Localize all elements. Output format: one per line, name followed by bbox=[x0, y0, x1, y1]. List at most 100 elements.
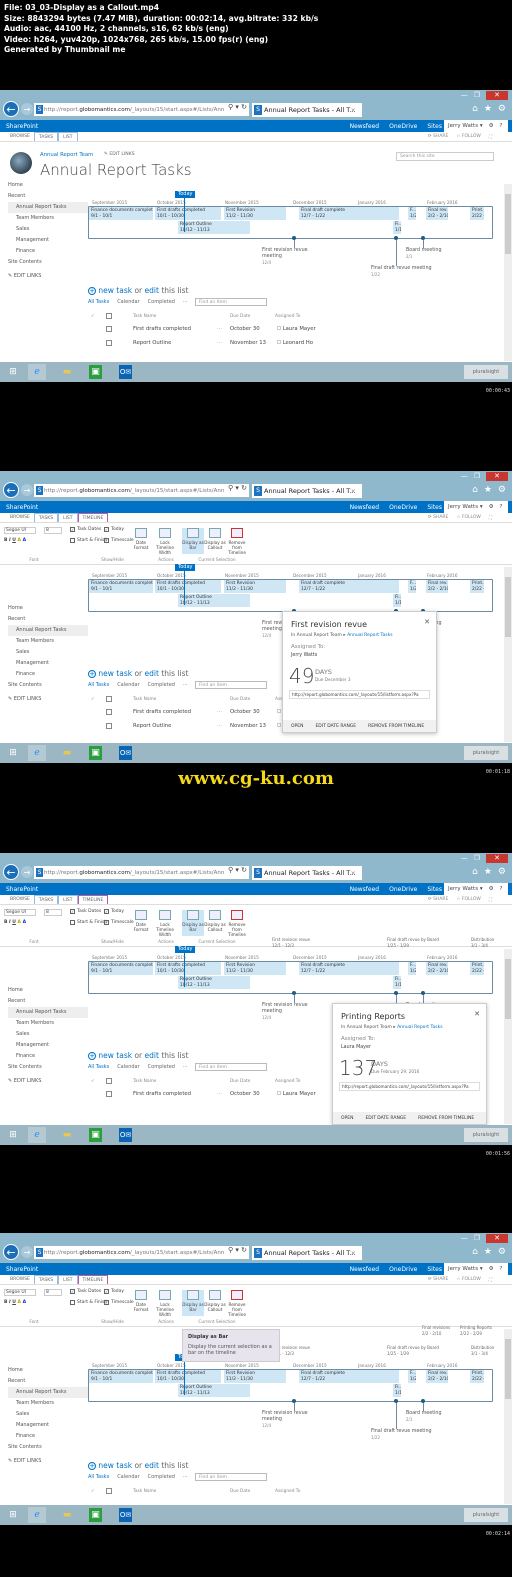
row-menu-icon[interactable]: ··· bbox=[217, 723, 222, 729]
nav-site-contents[interactable]: Site Contents bbox=[8, 1442, 88, 1453]
favorites-star-icon[interactable]: ★ bbox=[484, 1247, 492, 1257]
nav-item-1[interactable]: Team Members bbox=[8, 213, 88, 224]
forward-button[interactable]: → bbox=[21, 1246, 33, 1258]
today-checkbox[interactable]: ✓ Today bbox=[104, 527, 124, 532]
start-finish-checkbox[interactable]: Start & Finish bbox=[70, 1300, 107, 1305]
suite-link-onedrive[interactable]: OneDrive bbox=[389, 1266, 417, 1273]
nav-item-4[interactable]: Finance bbox=[8, 246, 88, 257]
font-size-select[interactable]: 8 bbox=[44, 527, 62, 534]
column-header[interactable]: Task Name bbox=[133, 1079, 156, 1084]
vertical-scrollbar[interactable] bbox=[504, 1329, 512, 1504]
task-name[interactable]: First drafts completed bbox=[133, 326, 191, 332]
browser-tab[interactable]: S Annual Report Tasks - All T... × bbox=[252, 866, 362, 880]
row-menu-icon[interactable]: ··· bbox=[217, 340, 222, 346]
timeline-bar[interactable]: First drafts completed 10/1 - 10/30 bbox=[155, 1370, 221, 1383]
store-icon[interactable]: ▣ bbox=[89, 1508, 102, 1522]
select-all-check[interactable]: ✓ bbox=[91, 1489, 95, 1494]
assigned-to[interactable]: Leonard Ho bbox=[277, 340, 313, 346]
display-as-bar-button[interactable]: Display as Bar bbox=[182, 1290, 204, 1316]
timeline-bar[interactable]: Report Outline 10/12 - 11/13 bbox=[178, 1384, 250, 1397]
file-explorer-icon[interactable]: ▬ bbox=[58, 745, 76, 761]
nav-item-2[interactable]: Sales bbox=[8, 647, 88, 658]
back-button[interactable]: ← bbox=[3, 482, 19, 498]
outlook-icon[interactable]: O✉ bbox=[119, 746, 132, 760]
timeline-bar[interactable]: Final draft complete 12/7 - 1/22 bbox=[299, 207, 399, 220]
nav-site-contents[interactable]: Site Contents bbox=[8, 1062, 88, 1073]
today-checkbox[interactable]: ✓ Today bbox=[104, 909, 124, 914]
nav-item-3[interactable]: Management bbox=[8, 1420, 88, 1431]
new-task-link[interactable]: + new task or edit this list bbox=[88, 286, 188, 295]
timeline-bar[interactable]: Print...2/22 - bbox=[470, 207, 484, 220]
breadcrumb-list-link[interactable]: Annual Report Tasks bbox=[397, 1025, 442, 1030]
follow-button[interactable]: ☆ FOLLOW bbox=[456, 134, 480, 140]
task-name[interactable]: First drafts completed bbox=[133, 709, 191, 715]
nav-recent[interactable]: Recent bbox=[8, 191, 88, 202]
scrollbar-thumb[interactable] bbox=[505, 959, 511, 1019]
new-task-link[interactable]: + new task or edit this list bbox=[88, 1461, 188, 1470]
column-header[interactable]: Assigned To bbox=[275, 1079, 300, 1084]
find-item-input[interactable]: Find an item bbox=[195, 1063, 267, 1071]
forward-button[interactable]: → bbox=[21, 484, 33, 496]
tab-timeline[interactable]: TIMELINE bbox=[77, 1275, 109, 1284]
remove-from-timeline-button[interactable]: Remove from Timeline bbox=[226, 1290, 248, 1317]
internet-explorer-icon[interactable]: ℯ bbox=[28, 1127, 46, 1143]
restore-icon[interactable]: ❐ bbox=[474, 472, 480, 480]
scrollbar-thumb[interactable] bbox=[505, 577, 511, 637]
nav-item-0[interactable]: Annual Report Tasks bbox=[8, 1387, 88, 1398]
tab-timeline[interactable]: TIMELINE bbox=[77, 513, 109, 522]
row-checkbox[interactable] bbox=[106, 340, 112, 346]
tab-browse[interactable]: BROWSE bbox=[6, 132, 34, 141]
suite-link-sites[interactable]: Sites bbox=[427, 1266, 442, 1273]
view-1[interactable]: Calendar bbox=[117, 299, 139, 305]
nav-item-1[interactable]: Team Members bbox=[8, 636, 88, 647]
close-tab-icon[interactable]: × bbox=[351, 106, 356, 114]
nav-site-contents[interactable]: Site Contents bbox=[8, 257, 88, 268]
follow-button[interactable]: ☆ FOLLOW bbox=[456, 515, 480, 521]
view-0[interactable]: All Tasks bbox=[88, 299, 109, 305]
user-menu[interactable]: Jerry Watts ▾ bbox=[448, 1266, 483, 1272]
breadcrumb-list-link[interactable]: Annual Report Tasks bbox=[347, 633, 392, 638]
address-tools-icon[interactable]: ⚲ ▾ ↻ bbox=[228, 484, 247, 492]
nav-home[interactable]: Home bbox=[8, 603, 88, 614]
remove-from-timeline-button[interactable]: Remove from Timeline bbox=[226, 528, 248, 555]
address-bar[interactable]: S http://report. globomantics.com/_layout… bbox=[34, 484, 249, 497]
column-header[interactable]: Due Date bbox=[230, 314, 250, 319]
timeline-bar[interactable]: First drafts completed 10/1 - 10/30 bbox=[155, 962, 221, 975]
file-explorer-icon[interactable]: ▬ bbox=[58, 1127, 76, 1143]
select-all-checkbox[interactable] bbox=[106, 313, 112, 319]
lock-timeline-width-button[interactable]: Lock Timeline Width bbox=[154, 910, 176, 937]
column-header[interactable]: Task Name bbox=[133, 697, 156, 702]
scrollbar-thumb[interactable] bbox=[505, 194, 511, 254]
help-icon[interactable]: ? bbox=[500, 123, 503, 129]
timeline-bar[interactable]: F... 1/2 bbox=[408, 580, 416, 593]
windows-start-icon[interactable]: ⊞ bbox=[4, 1507, 22, 1523]
nav-edit-links[interactable]: ✎ EDIT LINKS bbox=[8, 694, 88, 705]
timeline-bar[interactable]: First drafts completed 10/1 - 10/30 bbox=[155, 207, 221, 220]
nav-item-0[interactable]: Annual Report Tasks bbox=[8, 1007, 88, 1018]
sharepoint-brand[interactable]: SharePoint bbox=[6, 123, 38, 130]
new-task-link[interactable]: + new task or edit this list bbox=[88, 669, 188, 678]
close-window-button[interactable]: ✕ bbox=[486, 90, 508, 100]
timeline-bar[interactable]: Final draft complete 12/7 - 1/22 bbox=[299, 1370, 399, 1383]
user-menu[interactable]: Jerry Watts ▾ bbox=[448, 886, 483, 892]
remove-from-timeline-button[interactable]: Remove from Timeline bbox=[226, 910, 248, 937]
view-1[interactable]: Calendar bbox=[117, 1064, 139, 1070]
timeline-callout-label[interactable]: Final draft revue by Board 1/25 - 1/29 bbox=[387, 1345, 439, 1356]
task-dates-checkbox[interactable]: ✓ Task Dates bbox=[70, 909, 101, 914]
gear-icon[interactable]: ⚙ bbox=[489, 123, 494, 129]
scrollbar-thumb[interactable] bbox=[505, 1339, 511, 1399]
display-as-bar-button[interactable]: Display as Bar bbox=[182, 910, 204, 936]
nav-item-2[interactable]: Sales bbox=[8, 1029, 88, 1040]
help-icon[interactable]: ? bbox=[500, 504, 503, 510]
suite-link-newsfeed[interactable]: Newsfeed bbox=[350, 886, 380, 893]
outlook-icon[interactable]: O✉ bbox=[119, 1508, 132, 1522]
settings-gear-icon[interactable]: ⚙ bbox=[498, 485, 506, 495]
task-name[interactable]: Report Outline bbox=[133, 723, 171, 729]
share-button[interactable]: ⟳ SHARE bbox=[428, 134, 449, 140]
lock-timeline-width-button[interactable]: Lock Timeline Width bbox=[154, 1290, 176, 1317]
row-checkbox[interactable] bbox=[106, 1091, 112, 1097]
task-name[interactable]: First drafts completed bbox=[133, 1091, 191, 1097]
timeline-callout-label[interactable]: First revision revue 12/1 - 12/3 bbox=[272, 937, 310, 948]
share-button[interactable]: ⟳ SHARE bbox=[428, 897, 449, 903]
minimize-icon[interactable]: — bbox=[461, 1234, 468, 1242]
